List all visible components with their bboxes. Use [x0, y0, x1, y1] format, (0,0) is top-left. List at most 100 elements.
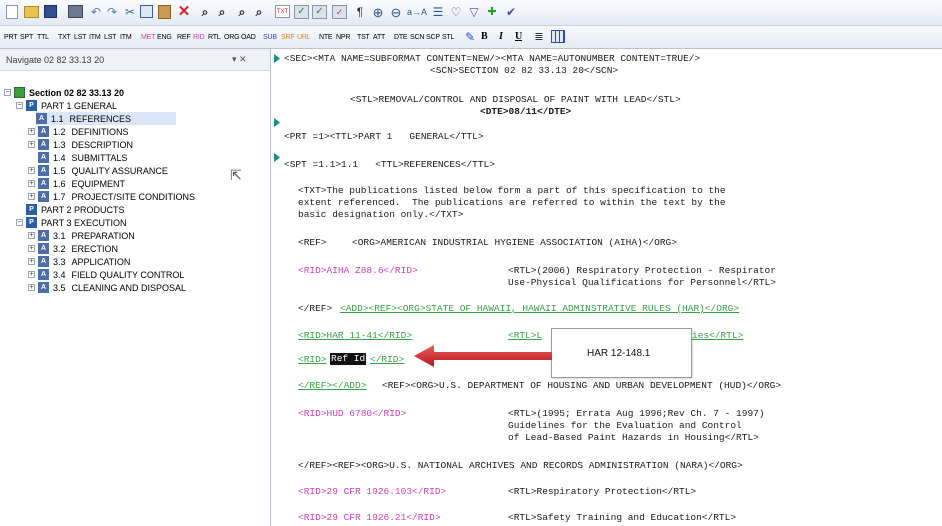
expand-icon[interactable]: + — [28, 232, 35, 239]
tree-item-description[interactable]: + A 1.3 DESCRIPTION — [28, 138, 133, 151]
print-icon[interactable] — [68, 5, 83, 18]
tag-button-lst2[interactable]: LST — [104, 34, 116, 41]
pen-icon[interactable]: ✎ — [462, 29, 478, 45]
arrow-icon[interactable]: ✔ — [503, 4, 519, 20]
tree-item-project-site-conditions[interactable]: + A 1.7 PROJECT/SITE CONDITIONS — [28, 190, 195, 203]
delete-icon[interactable]: ✕ — [176, 3, 192, 19]
zoom-in-icon[interactable]: ⊕ — [370, 4, 386, 20]
tree-item-field-quality-control[interactable]: + A 3.4 FIELD QUALITY CONTROL — [28, 268, 184, 281]
tag-button-lst[interactable]: LST — [74, 34, 86, 41]
tree-item-equipment[interactable]: + A 1.6 EQUIPMENT — [28, 177, 125, 190]
copy-icon[interactable] — [140, 5, 153, 18]
expand-icon[interactable]: + — [28, 271, 35, 278]
tag-button-spt[interactable]: SPT — [20, 34, 33, 41]
added-rid-open: <RID> — [298, 354, 327, 365]
navigation-pane-header: Navigate 02 82 33.13 20 ▾ ✕ — [0, 49, 271, 71]
tag-button-rtl[interactable]: RTL — [208, 34, 221, 41]
editor-line: Guidelines for the Evaluation and Contro… — [508, 420, 742, 431]
table-icon[interactable] — [551, 30, 565, 43]
italic-button[interactable]: I — [499, 32, 503, 42]
collapse-icon[interactable]: − — [4, 89, 11, 96]
tree-item-erection[interactable]: + A 3.2 ERECTION — [28, 242, 118, 255]
zoom-out-icon[interactable]: ⊖ — [388, 4, 404, 20]
tag-button-itm[interactable]: ITM — [89, 34, 101, 41]
tag-button-npr[interactable]: NPR — [336, 34, 350, 41]
expand-icon[interactable]: + — [28, 284, 35, 291]
sec-marker-icon — [274, 54, 280, 63]
check2-icon[interactable]: ✓ — [312, 5, 327, 19]
tag-button-ttl[interactable]: TTL — [37, 34, 49, 41]
paste-icon[interactable] — [158, 5, 171, 19]
bold-button[interactable]: B — [481, 32, 488, 42]
tag-button-stl[interactable]: STL — [442, 34, 454, 41]
expand-icon[interactable]: + — [28, 245, 35, 252]
tag-button-nte[interactable]: NTE — [319, 34, 333, 41]
expand-icon[interactable]: + — [28, 193, 35, 200]
tag-button-att[interactable]: ATT — [373, 34, 385, 41]
tag-button-dte[interactable]: DTE — [394, 34, 408, 41]
tree-section[interactable]: − Section 02 82 33.13 20 — [4, 86, 124, 99]
tag-button-sub[interactable]: SUB — [263, 34, 277, 41]
replace-all-icon[interactable]: ⌕ — [251, 4, 267, 20]
tree-item-submittals[interactable]: A 1.4 SUBMITTALS — [38, 151, 127, 164]
tag-button-scp[interactable]: SCP — [426, 34, 440, 41]
underline-button[interactable]: U — [515, 32, 522, 42]
tree-item-part2[interactable]: P PART 2 PRODUCTS — [26, 203, 125, 216]
save-icon[interactable] — [44, 5, 57, 18]
tag-button-prt[interactable]: PRT — [4, 34, 17, 41]
filter-icon[interactable]: ▽ — [466, 4, 482, 20]
list-icon[interactable]: ☰ — [430, 4, 446, 20]
tag-button-rid[interactable]: RID — [193, 34, 205, 41]
tree-item-application[interactable]: + A 3.3 APPLICATION — [28, 255, 130, 268]
document-editor[interactable]: <SEC><MTA NAME=SUBFORMAT CONTENT=NEW/><M… — [272, 49, 942, 526]
tree-item-definitions[interactable]: + A 1.2 DEFINITIONS — [28, 125, 129, 138]
tree-item-part1[interactable]: − P PART 1 GENERAL — [16, 99, 117, 112]
tag-button-srf[interactable]: SRF — [281, 34, 295, 41]
find-next-icon[interactable]: ⌕ — [214, 4, 230, 20]
article-icon: A — [38, 230, 49, 241]
callout-popup: HAR 12-148.1 — [551, 328, 692, 378]
expand-icon[interactable]: + — [28, 258, 35, 265]
editor-line: basic designation only.</TXT> — [298, 209, 464, 220]
tag-button-txt[interactable]: TXT — [58, 34, 71, 41]
align-icon[interactable]: ≣ — [531, 29, 547, 45]
expand-icon[interactable]: + — [28, 128, 35, 135]
tag-button-url[interactable]: URL — [297, 34, 311, 41]
tag-button-eng[interactable]: ENG — [157, 34, 172, 41]
expand-icon[interactable]: + — [28, 167, 35, 174]
pane-controls[interactable]: ▾ ✕ — [232, 54, 247, 65]
check-icon[interactable]: ✓ — [294, 5, 309, 19]
tag-button-met[interactable]: MET — [141, 34, 155, 41]
redo-icon[interactable]: ↷ — [104, 4, 120, 20]
tag-button-oad[interactable]: OAD — [241, 34, 256, 41]
spell-icon[interactable]: ✓ — [332, 5, 347, 19]
cut-icon[interactable]: ✂ — [122, 4, 138, 20]
tree-item-label: PART 3 EXECUTION — [41, 217, 127, 228]
tree-item-cleaning-and-disposal[interactable]: + A 3.5 CLEANING AND DISPOSAL — [28, 281, 186, 294]
collapse-icon[interactable]: − — [16, 102, 23, 109]
sort-icon[interactable]: a→A — [407, 4, 427, 20]
tree-item-quality-assurance[interactable]: + A 1.5 QUALITY ASSURANCE — [28, 164, 168, 177]
expand-icon[interactable]: + — [28, 180, 35, 187]
tag-button-itm2[interactable]: ITM — [120, 34, 132, 41]
heart-icon[interactable]: ♡ — [448, 4, 464, 20]
plus-icon[interactable]: ✚ — [484, 4, 500, 20]
open-icon[interactable] — [24, 6, 39, 18]
undo-icon[interactable]: ↶ — [88, 4, 104, 20]
tree-item-preparation[interactable]: + A 3.1 PREPARATION — [28, 229, 135, 242]
tag-button-tst[interactable]: TST — [357, 34, 370, 41]
new-doc-icon[interactable] — [6, 5, 18, 19]
tag-button-ref[interactable]: REF — [177, 34, 191, 41]
replace-icon[interactable]: ⌕ — [234, 4, 250, 20]
tree-item-references[interactable]: A 1.1 REFERENCES — [36, 112, 176, 125]
tag-button-scn[interactable]: SCN — [410, 34, 424, 41]
tag-button-org[interactable]: ORG — [224, 34, 240, 41]
tag-view-icon[interactable]: TXT — [275, 5, 290, 18]
pilcrow-icon[interactable]: ¶ — [352, 4, 368, 20]
find-icon[interactable]: ⌕ — [197, 4, 213, 20]
selected-text[interactable]: Ref Id — [330, 353, 367, 365]
collapse-icon[interactable]: − — [16, 219, 23, 226]
editor-line: of Lead-Based Paint Hazards in Housing</… — [508, 432, 759, 443]
expand-icon[interactable]: + — [28, 141, 35, 148]
tree-item-part3[interactable]: − P PART 3 EXECUTION — [16, 216, 127, 229]
